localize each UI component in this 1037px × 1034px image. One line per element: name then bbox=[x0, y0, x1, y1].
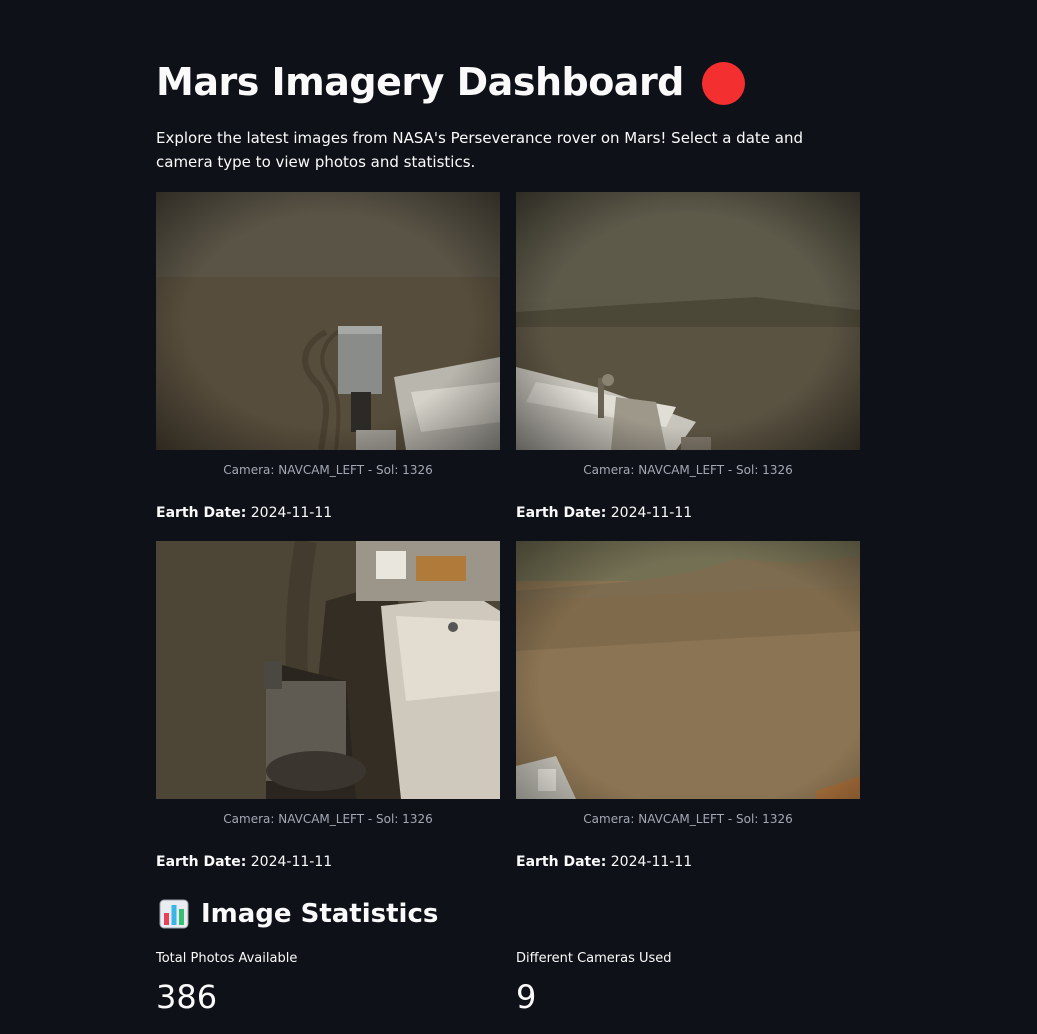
photo-caption: Camera: NAVCAM_LEFT - Sol: 1326 bbox=[583, 812, 793, 826]
photo-caption: Camera: NAVCAM_LEFT - Sol: 1326 bbox=[583, 463, 793, 477]
mars-photo bbox=[156, 541, 500, 799]
bar-chart-icon bbox=[159, 899, 189, 929]
mars-photo bbox=[516, 541, 860, 799]
photo-card: Camera: NAVCAM_LEFT - Sol: 1326 Earth Da… bbox=[156, 541, 500, 872]
stats-heading: Image Statistics bbox=[156, 895, 438, 933]
earth-date: Earth Date: 2024-11-11 bbox=[516, 852, 860, 872]
stats-title: Image Statistics bbox=[201, 899, 439, 929]
photo-card: Camera: NAVCAM_LEFT - Sol: 1326 Earth Da… bbox=[156, 192, 500, 523]
photo-caption: Camera: NAVCAM_LEFT - Sol: 1326 bbox=[223, 812, 433, 826]
earth-date-value: 2024-11-11 bbox=[250, 505, 333, 521]
photo-card: Camera: NAVCAM_LEFT - Sol: 1326 Earth Da… bbox=[516, 192, 860, 523]
earth-date: Earth Date: 2024-11-11 bbox=[516, 503, 860, 523]
mars-photo bbox=[516, 192, 860, 450]
earth-date-value: 2024-11-11 bbox=[250, 854, 333, 870]
metric-cameras-used: Different Cameras Used 9 bbox=[516, 950, 860, 1020]
earth-date-label: Earth Date: bbox=[516, 505, 607, 521]
mars-photo bbox=[156, 192, 500, 450]
metric-label: Total Photos Available bbox=[156, 951, 298, 966]
earth-date-label: Earth Date: bbox=[156, 854, 247, 870]
earth-date-value: 2024-11-11 bbox=[610, 505, 693, 521]
intro-text: Explore the latest images from NASA's Pe… bbox=[156, 129, 803, 171]
earth-date-label: Earth Date: bbox=[156, 505, 247, 521]
photo-card: Camera: NAVCAM_LEFT - Sol: 1326 Earth Da… bbox=[516, 541, 860, 872]
metric-value: 386 bbox=[156, 978, 218, 1016]
earth-date-label: Earth Date: bbox=[516, 854, 607, 870]
page-title: Mars Imagery Dashboard bbox=[156, 60, 684, 104]
metric-value: 9 bbox=[516, 978, 537, 1016]
metric-total-photos: Total Photos Available 386 bbox=[156, 950, 500, 1020]
red-circle-icon bbox=[701, 61, 745, 105]
photo-caption: Camera: NAVCAM_LEFT - Sol: 1326 bbox=[223, 463, 433, 477]
metric-label: Different Cameras Used bbox=[516, 951, 672, 966]
earth-date: Earth Date: 2024-11-11 bbox=[156, 503, 500, 523]
earth-date-value: 2024-11-11 bbox=[610, 854, 693, 870]
title-row: Mars Imagery Dashboard bbox=[156, 56, 745, 108]
earth-date: Earth Date: 2024-11-11 bbox=[156, 852, 500, 872]
